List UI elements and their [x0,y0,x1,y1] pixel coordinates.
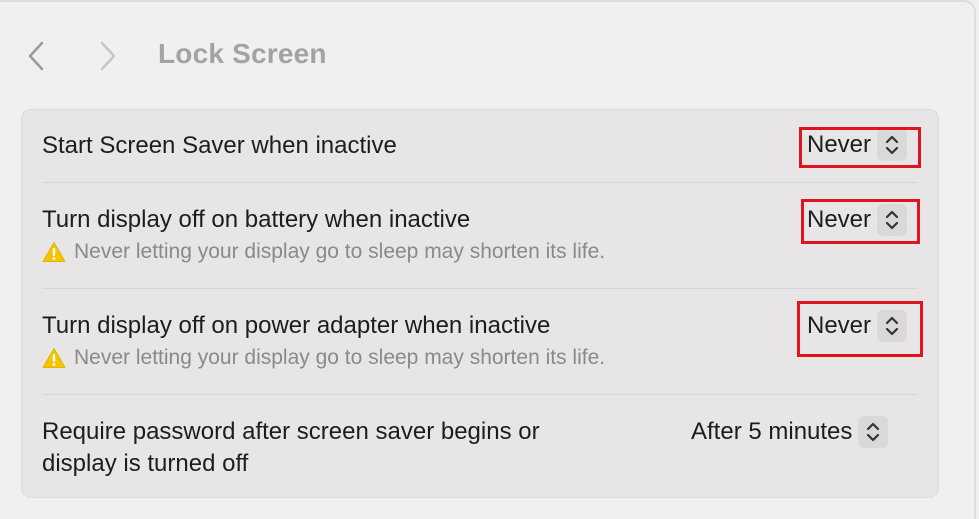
back-button[interactable] [24,40,48,72]
warning-text: Never letting your display go to sleep m… [74,346,606,369]
warning-message: Never letting your display go to sleep m… [42,238,918,266]
stepper-icon [877,129,908,161]
stepper-icon [877,310,908,342]
screen-saver-popup[interactable]: Never [807,129,908,161]
setting-row-power-adapter: Turn display off on power adapter when i… [42,310,918,372]
toolbar: Lock Screen [0,2,974,102]
divider [42,182,918,183]
setting-row-battery: Turn display off on battery when inactiv… [42,204,918,266]
battery-popup[interactable]: Never [807,204,908,236]
chevron-right-icon [100,41,116,71]
chevron-left-icon [28,41,44,71]
divider [42,394,918,395]
setting-row-screen-saver: Start Screen Saver when inactive [42,130,918,162]
power-adapter-popup[interactable]: Never [807,310,908,342]
stepper-icon [877,204,908,236]
warning-message: Never letting your display go to sleep m… [42,344,918,372]
warning-text: Never letting your display go to sleep m… [74,240,606,263]
page-title: Lock Screen [158,38,327,69]
require-password-popup[interactable]: After 5 minutes [691,416,889,448]
divider [42,288,918,289]
settings-window: Lock Screen Start Screen Saver when inac… [0,0,976,519]
warning-icon [42,348,66,368]
popup-value: Never [807,131,872,158]
popup-value: Never [807,206,872,233]
setting-label-line2: display is turned off [42,450,249,477]
forward-button[interactable] [96,40,120,72]
popup-value: After 5 minutes [691,418,853,445]
stepper-icon [858,416,889,448]
setting-label: Turn display off on power adapter when i… [42,312,551,339]
setting-label: Start Screen Saver when inactive [42,132,397,159]
setting-label: Turn display off on battery when inactiv… [42,206,471,233]
popup-value: Never [807,312,872,339]
settings-panel: Start Screen Saver when inactive Never T… [21,109,939,498]
warning-icon [42,242,66,262]
